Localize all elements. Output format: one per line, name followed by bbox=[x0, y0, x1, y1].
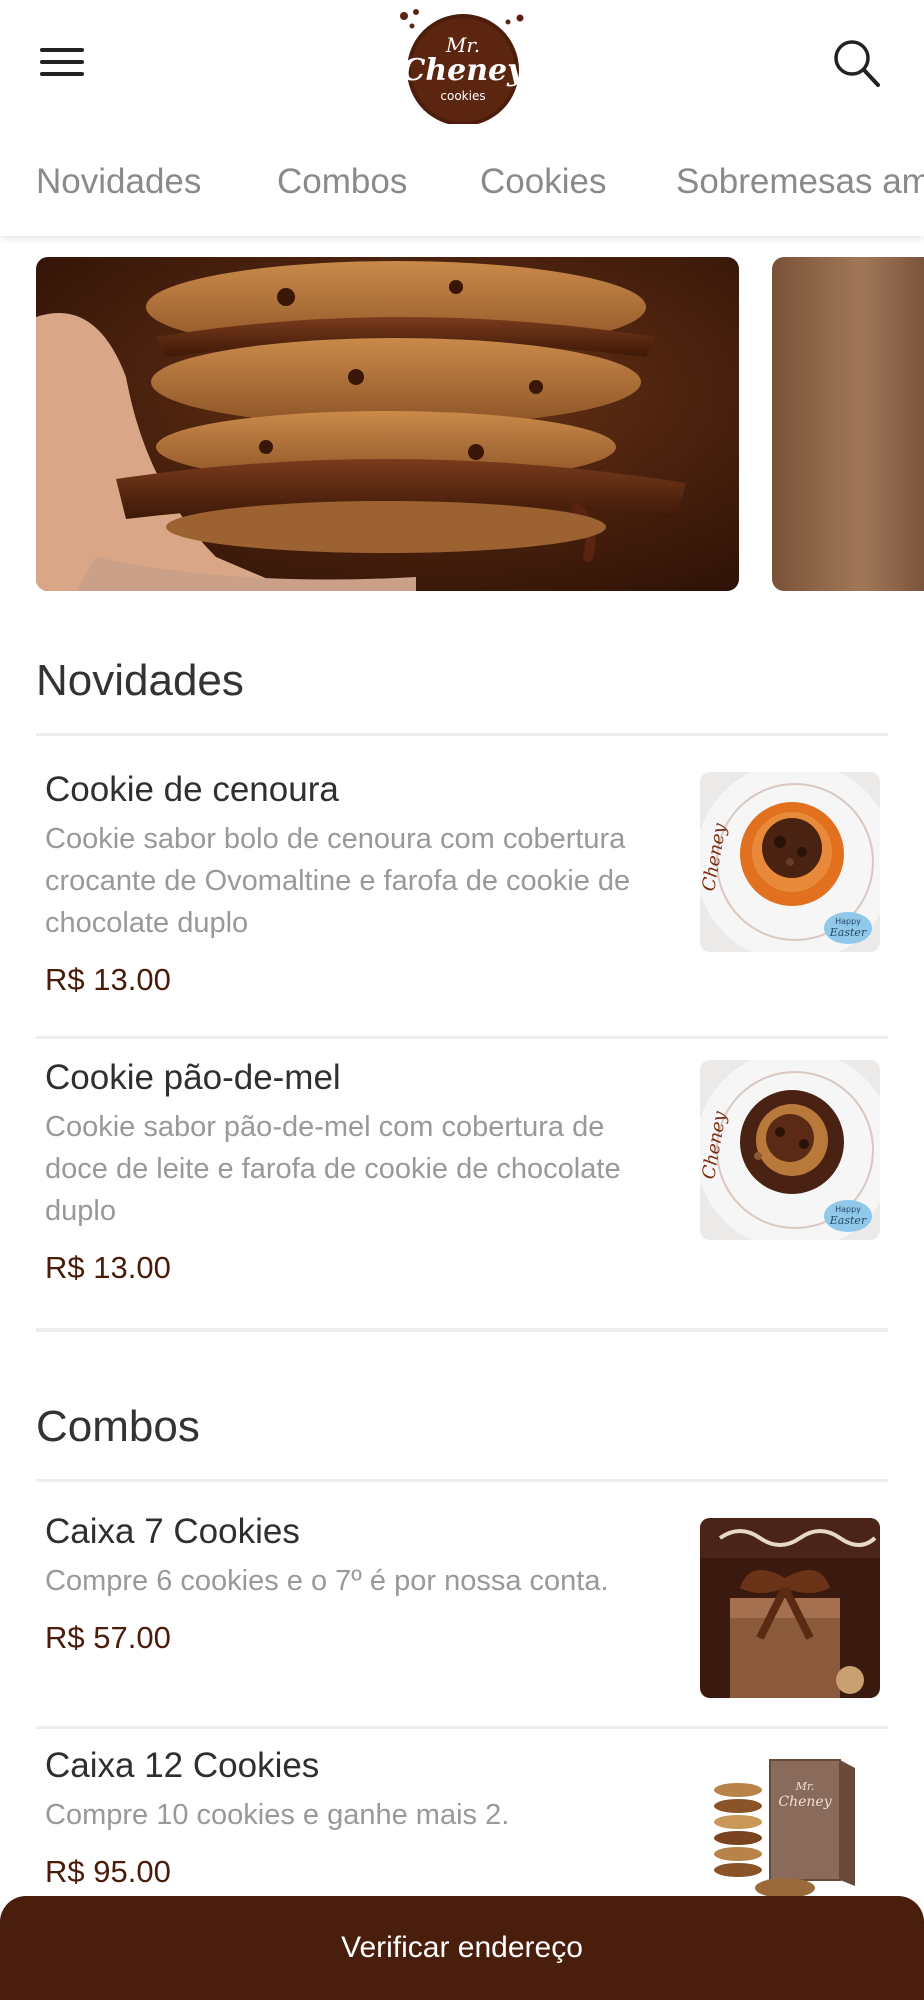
product-image: Cheney Happy Easter bbox=[700, 1060, 880, 1240]
section-divider bbox=[36, 733, 888, 736]
app-header: Mr. Cheney cookies bbox=[0, 0, 924, 128]
promo-banner[interactable] bbox=[36, 257, 739, 591]
svg-text:Easter: Easter bbox=[829, 1214, 867, 1227]
product-price: R$ 57.00 bbox=[45, 1620, 171, 1655]
item-divider bbox=[36, 1036, 888, 1039]
logo-text-cookies: cookies bbox=[440, 89, 485, 103]
product-description: Cookie sabor bolo de cenoura com cobertu… bbox=[45, 823, 631, 939]
product-price: R$ 13.00 bbox=[45, 962, 171, 997]
product-card-cookie-cenoura[interactable]: Cookie de cenoura Cookie sabor bolo de c… bbox=[36, 740, 888, 1036]
svg-text:Happy: Happy bbox=[835, 917, 861, 926]
search-icon[interactable] bbox=[832, 38, 882, 90]
svg-text:Cheney: Cheney bbox=[778, 1794, 832, 1810]
product-description: Cookie sabor pão-de-mel com cobertura de… bbox=[45, 1111, 621, 1227]
product-card-caixa-7[interactable]: Caixa 7 Cookies Compre 6 cookies e o 7º … bbox=[36, 1484, 888, 1724]
brand-logo[interactable]: Mr. Cheney cookies bbox=[396, 8, 527, 126]
product-card-cookie-pao-de-mel[interactable]: Cookie pão-de-mel Cookie sabor pão-de-me… bbox=[36, 1040, 888, 1330]
section-end-divider bbox=[36, 1328, 888, 1332]
logo-text-cheney: Cheney bbox=[401, 53, 526, 88]
product-image: Cheney Happy Easter bbox=[700, 772, 880, 952]
product-card-caixa-12[interactable]: Caixa 12 Cookies Compre 10 cookies e gan… bbox=[36, 1730, 888, 1930]
svg-text:Mr.: Mr. bbox=[795, 1780, 815, 1793]
svg-text:Happy: Happy bbox=[835, 1205, 861, 1214]
svg-text:Easter: Easter bbox=[829, 926, 867, 939]
tab-novidades[interactable]: Novidades bbox=[36, 162, 201, 202]
promo-banner-next[interactable] bbox=[772, 257, 924, 591]
product-image bbox=[700, 1518, 880, 1698]
product-name: Caixa 12 Cookies bbox=[45, 1746, 320, 1785]
product-description: Compre 10 cookies e ganhe mais 2. bbox=[45, 1799, 510, 1831]
product-price: R$ 13.00 bbox=[45, 1250, 171, 1285]
hamburger-menu-icon[interactable] bbox=[40, 48, 84, 82]
tab-combos[interactable]: Combos bbox=[277, 162, 407, 202]
item-divider bbox=[36, 1726, 888, 1729]
product-description: Compre 6 cookies e o 7º é por nossa cont… bbox=[45, 1565, 609, 1597]
product-price: R$ 95.00 bbox=[45, 1854, 171, 1889]
product-name: Cookie de cenoura bbox=[45, 770, 339, 809]
section-divider bbox=[36, 1479, 888, 1482]
product-name: Caixa 7 Cookies bbox=[45, 1512, 300, 1551]
tab-cookies[interactable]: Cookies bbox=[480, 162, 606, 202]
section-title-novidades: Novidades bbox=[36, 656, 244, 705]
product-name: Cookie pão-de-mel bbox=[45, 1058, 341, 1097]
section-title-combos: Combos bbox=[36, 1402, 200, 1451]
category-tabs: Novidades Combos Cookies Sobremesas am bbox=[0, 128, 924, 236]
tab-sobremesas[interactable]: Sobremesas am bbox=[676, 162, 924, 202]
verify-address-button[interactable]: Verificar endereço bbox=[0, 1896, 924, 2000]
